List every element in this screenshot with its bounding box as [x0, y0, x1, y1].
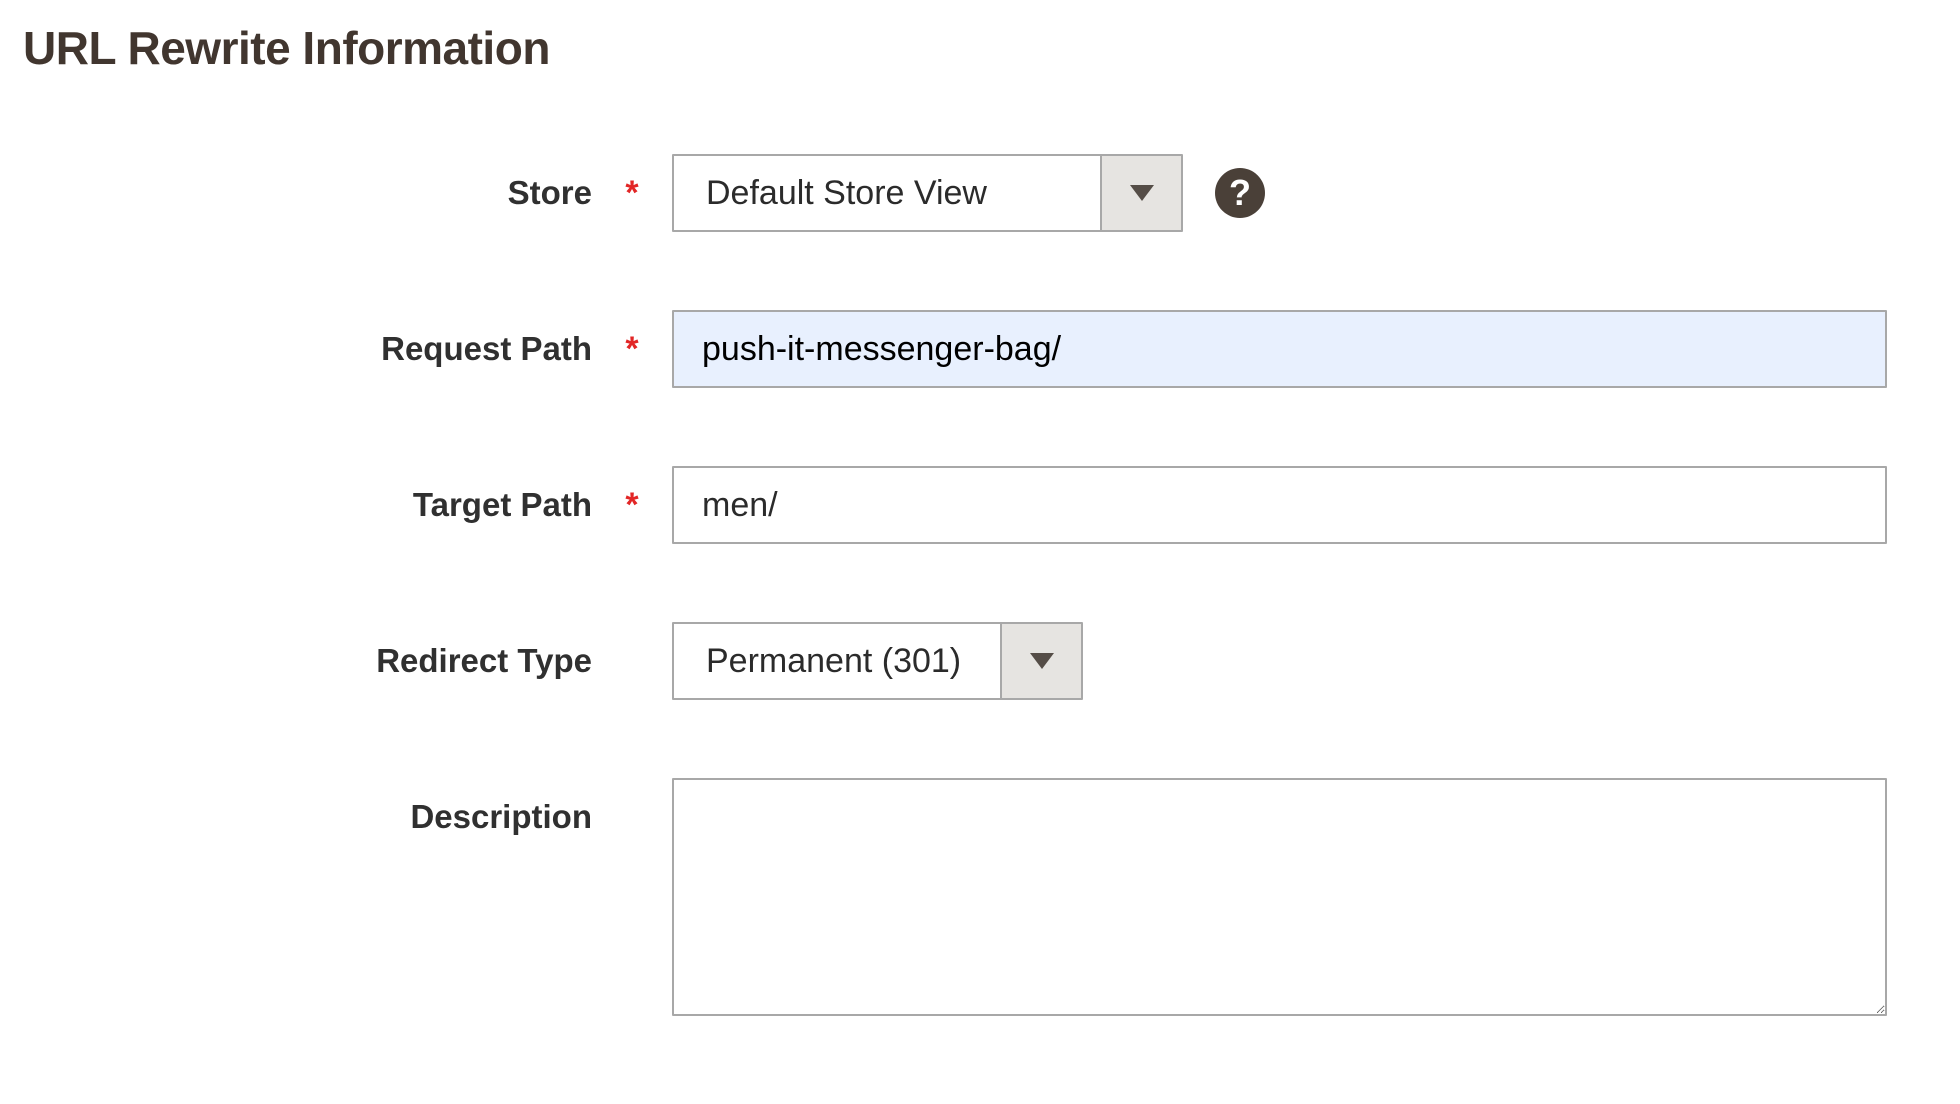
store-select[interactable]: Default Store View [672, 154, 1183, 232]
dropdown-arrow-button[interactable] [1000, 624, 1081, 698]
target-path-field-label: Target Path [413, 486, 592, 524]
redirect-type-label-col: Redirect Type [0, 642, 672, 680]
chevron-down-icon [1030, 653, 1054, 669]
redirect-type-select[interactable]: Permanent (301) [672, 622, 1083, 700]
target-path-input[interactable] [672, 466, 1887, 544]
required-asterisk: * [592, 486, 672, 525]
url-rewrite-form-page: URL Rewrite Information Store * Default … [0, 0, 1960, 1104]
field-row-store: Store * Default Store View ? [0, 154, 1960, 232]
field-row-target-path: Target Path * [0, 466, 1960, 544]
description-field-label: Description [410, 798, 592, 836]
redirect-type-select-value: Permanent (301) [674, 624, 1000, 698]
dropdown-arrow-button[interactable] [1100, 156, 1181, 230]
help-icon[interactable]: ? [1215, 168, 1265, 218]
store-select-value: Default Store View [674, 156, 1100, 230]
request-path-label-col: Request Path * [0, 330, 672, 369]
required-asterisk: * [592, 330, 672, 369]
field-row-description: Description [0, 778, 1960, 1016]
target-path-label-col: Target Path * [0, 486, 672, 525]
url-rewrite-form: Store * Default Store View ? Request Pat… [0, 154, 1960, 1016]
request-path-input[interactable] [672, 310, 1887, 388]
description-textarea[interactable] [672, 778, 1887, 1016]
chevron-down-icon [1130, 185, 1154, 201]
redirect-type-field-label: Redirect Type [376, 642, 592, 680]
request-path-field-label: Request Path [381, 330, 592, 368]
field-row-redirect-type: Redirect Type Permanent (301) [0, 622, 1960, 700]
description-label-col: Description [0, 778, 672, 836]
page-title: URL Rewrite Information [0, 0, 1960, 74]
store-field-label: Store [508, 174, 592, 212]
store-label-col: Store * [0, 174, 672, 213]
field-row-request-path: Request Path * [0, 310, 1960, 388]
required-asterisk: * [592, 174, 672, 213]
